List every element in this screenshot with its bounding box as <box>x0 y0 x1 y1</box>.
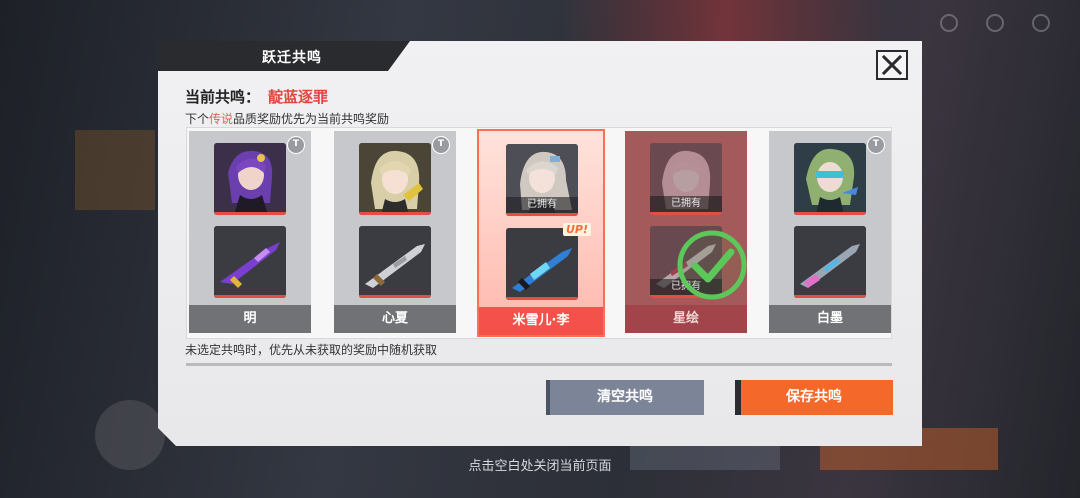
character-portrait: 已拥有 <box>650 143 722 215</box>
character-portrait <box>359 143 431 215</box>
modal-title: 跃迁共鸣 <box>262 50 322 66</box>
resonance-modal: 跃迁共鸣 当前共鸣： 靛蓝逐罪 下个传说品质奖励优先为当前共鸣奖励 T 明 T … <box>158 41 922 446</box>
random-note: 未选定共鸣时，优先从未获取的奖励中随机获取 <box>185 343 438 357</box>
current-resonance-name: 靛蓝逐罪 <box>268 88 329 106</box>
character-portrait: 已拥有 <box>506 144 578 216</box>
card-name: 白墨 <box>769 305 891 333</box>
character-portrait <box>214 143 286 215</box>
up-tag: UP! <box>563 223 591 236</box>
reward-card-selected[interactable]: 已拥有 UP! 米雪儿·李 <box>477 129 605 337</box>
backdrop-shape <box>75 130 155 210</box>
character-portrait <box>794 143 866 215</box>
current-resonance-label: 当前共鸣： <box>185 88 261 106</box>
horizontal-scrollbar[interactable] <box>186 363 892 366</box>
reward-card-list[interactable]: T 明 T 心夏 已拥有 UP! 米雪儿·李 已拥有 星绘 T 白墨 <box>186 127 892 339</box>
current-resonance: 当前共鸣： 靛蓝逐罪 <box>185 86 328 107</box>
owned-tag: 已拥有 <box>650 196 722 212</box>
reward-card[interactable]: T 明 <box>189 131 311 333</box>
priority-suffix: 品质奖励优先为当前共鸣奖励 <box>233 112 390 126</box>
modal-title-tab: 跃迁共鸣 <box>158 41 410 71</box>
card-name: 星绘 <box>625 305 747 333</box>
close-hint: 点击空白处关闭当前页面 <box>468 459 612 474</box>
backdrop-icon <box>940 14 958 32</box>
save-resonance-button[interactable]: 保存共鸣 <box>735 380 893 415</box>
card-name: 心夏 <box>334 305 456 333</box>
reward-card[interactable]: T 白墨 <box>769 131 891 333</box>
weapon-image <box>359 226 431 298</box>
t-badge-icon: T <box>432 136 450 154</box>
t-badge-icon: T <box>867 136 885 154</box>
weapon-image <box>794 226 866 298</box>
backdrop-icon <box>1032 14 1050 32</box>
close-button[interactable] <box>876 50 908 80</box>
reward-card-owned[interactable]: 已拥有 已拥有 星绘 <box>625 131 747 333</box>
priority-legend: 传说 <box>209 112 234 126</box>
priority-note: 下个传说品质奖励优先为当前共鸣奖励 <box>185 110 389 127</box>
priority-prefix: 下个 <box>185 112 210 126</box>
t-badge-icon: T <box>287 136 305 154</box>
weapon-image <box>214 226 286 298</box>
close-icon <box>881 54 903 76</box>
card-name: 米雪儿·李 <box>479 307 603 335</box>
reward-card[interactable]: T 心夏 <box>334 131 456 333</box>
check-icon <box>675 228 749 302</box>
backdrop-icon <box>986 14 1004 32</box>
clear-resonance-button[interactable]: 清空共鸣 <box>546 380 704 415</box>
weapon-image <box>506 228 578 300</box>
backdrop-icons <box>940 14 1050 32</box>
owned-tag: 已拥有 <box>506 197 578 213</box>
card-name: 明 <box>189 305 311 333</box>
